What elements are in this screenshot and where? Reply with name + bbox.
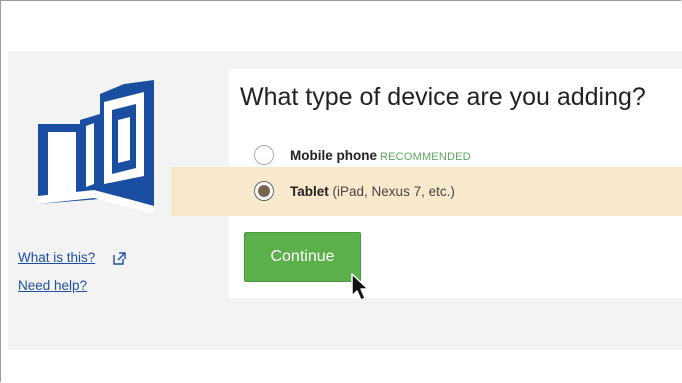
radio-selected-dot (258, 185, 270, 197)
page-title: What type of device are you adding? (240, 83, 646, 111)
external-link-icon[interactable] (113, 252, 126, 265)
mobile-phone-label: Mobile phone (290, 148, 377, 163)
tablet-option[interactable]: Tablet (iPad, Nexus 7, etc.) (290, 184, 455, 199)
need-help-link[interactable]: Need help? (18, 278, 87, 293)
mobile-phone-radio[interactable] (254, 145, 274, 165)
mobile-phone-option[interactable]: Mobile phone RECOMMENDED (290, 148, 471, 163)
recommended-badge: RECOMMENDED (380, 151, 471, 163)
tablet-note: (iPad, Nexus 7, etc.) (332, 184, 455, 199)
mouse-pointer-icon (351, 273, 369, 301)
book-logo-icon (38, 80, 154, 214)
tablet-radio[interactable] (254, 181, 274, 201)
continue-button[interactable]: Continue (244, 232, 361, 282)
what-is-this-link[interactable]: What is this? (18, 250, 95, 265)
tablet-label: Tablet (290, 184, 329, 199)
